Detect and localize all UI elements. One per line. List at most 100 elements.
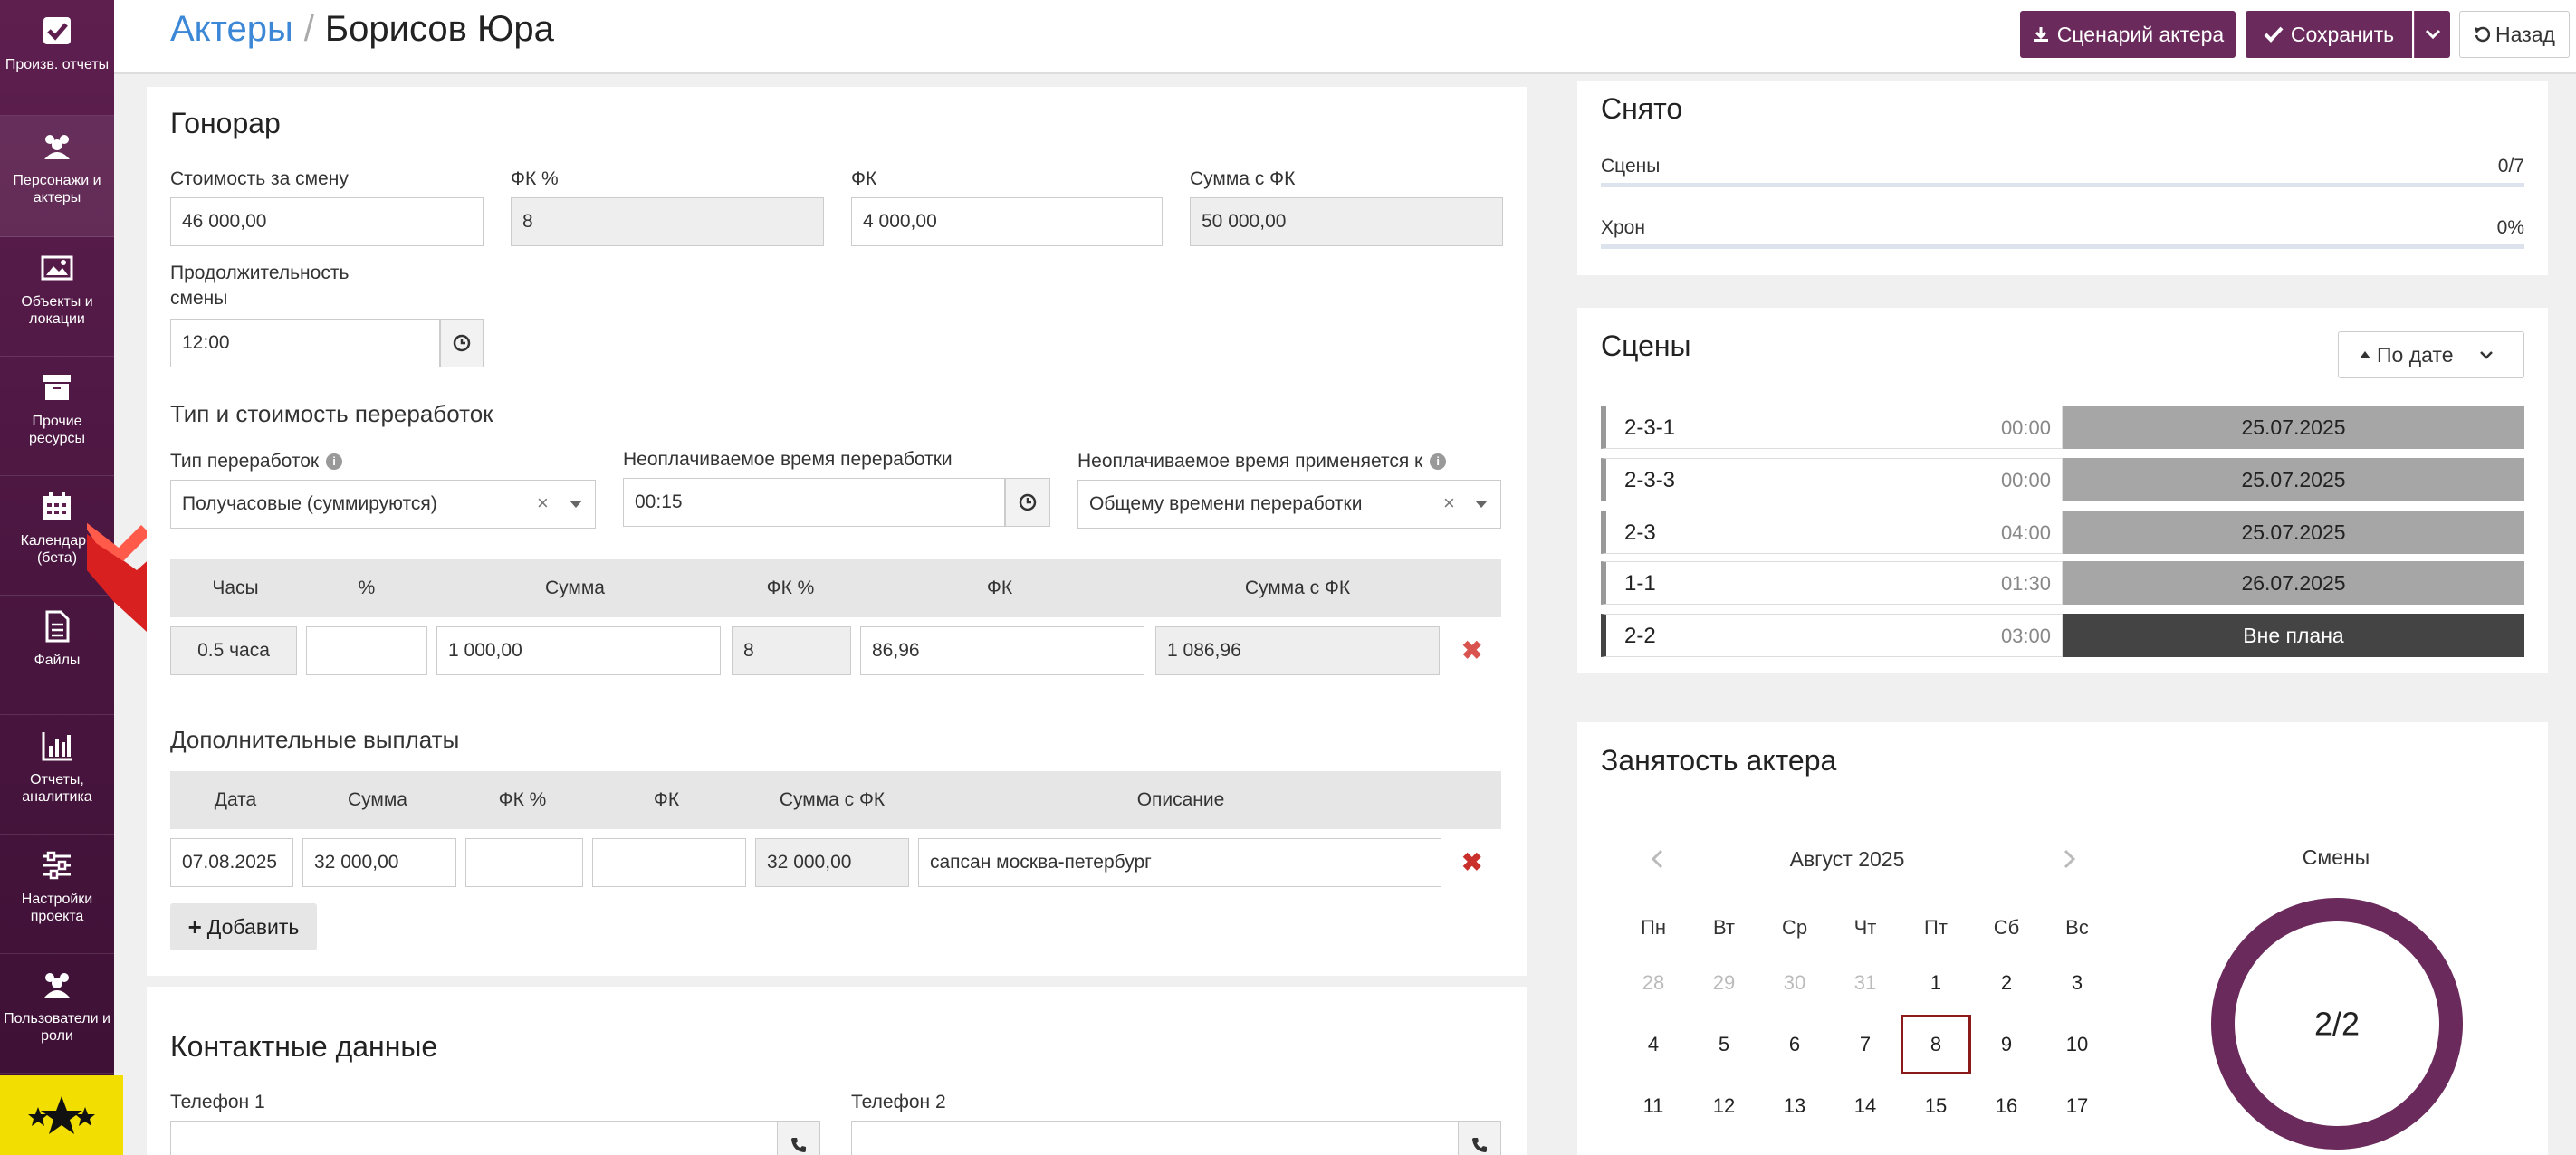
overtime-percent-input[interactable] xyxy=(306,626,427,675)
calendar-day[interactable]: 12 xyxy=(1697,1079,1751,1133)
calendar-day[interactable]: 14 xyxy=(1838,1079,1892,1133)
shift-cost-input[interactable]: 46 000,00 xyxy=(170,197,484,246)
sidebar-item-users-roles[interactable]: Пользователи и роли xyxy=(0,954,114,1074)
phone2-label: Телефон 2 xyxy=(851,1092,946,1112)
calendar-day[interactable]: 31 xyxy=(1838,956,1892,1010)
calendar-day[interactable]: 11 xyxy=(1626,1079,1681,1133)
overtime-sum-input[interactable]: 1 000,00 xyxy=(436,626,721,675)
calendar-day[interactable]: 15 xyxy=(1909,1079,1963,1133)
sidebar-item-label: Прочие ресурсы xyxy=(28,414,85,446)
extra-fk-percent-input[interactable] xyxy=(465,838,583,887)
calendar-day[interactable]: 7 xyxy=(1838,1017,1892,1072)
col-hours: Часы xyxy=(212,578,259,598)
sidebar-item-production-reports[interactable]: Произв. отчеты xyxy=(0,0,114,116)
scene-row[interactable]: 2-3-3 00:00 25.07.2025 xyxy=(1601,458,2524,501)
col-sum: Сумма xyxy=(348,789,407,810)
calendar-day[interactable]: 8 xyxy=(1901,1015,1971,1074)
phone1-input[interactable] xyxy=(170,1121,779,1155)
rating-badge[interactable] xyxy=(0,1075,123,1155)
fk-input[interactable]: 4 000,00 xyxy=(851,197,1163,246)
breadcrumb-actors-link[interactable]: Актеры xyxy=(170,9,293,49)
calendar-day[interactable]: 1 xyxy=(1909,956,1963,1010)
scene-time: 00:00 xyxy=(2000,469,2051,492)
calendar-day[interactable]: 29 xyxy=(1697,956,1751,1010)
filmed-chron-label: Хрон xyxy=(1601,217,1645,238)
scene-time: 00:00 xyxy=(2000,416,2051,439)
sidebar-item-project-settings[interactable]: Настройки проекта xyxy=(0,835,114,954)
phone2-input[interactable] xyxy=(851,1121,1460,1155)
scene-row[interactable]: 2-3 04:00 25.07.2025 xyxy=(1601,511,2524,554)
duration-label-line1: Продолжительность xyxy=(170,262,350,283)
sidebar-item-label: Произв. отчеты xyxy=(5,57,110,72)
scene-time: 03:00 xyxy=(2000,625,2051,647)
calendar-day[interactable]: 13 xyxy=(1767,1079,1822,1133)
fee-title: Гонорар xyxy=(170,107,281,139)
extra-date-input[interactable]: 07.08.2025 xyxy=(170,838,293,887)
download-icon xyxy=(2033,27,2048,42)
sidebar-item-other-resources[interactable]: Прочие ресурсы xyxy=(0,357,114,476)
save-button[interactable]: Сохранить xyxy=(2246,11,2412,58)
calendar-day[interactable]: 9 xyxy=(1979,1017,2034,1072)
overtime-fk-percent-field: 8 xyxy=(732,626,851,675)
sliders-icon xyxy=(43,851,71,880)
phone1-call-button[interactable] xyxy=(777,1121,820,1155)
info-icon[interactable]: i xyxy=(1430,453,1447,471)
extra-fk-input[interactable] xyxy=(592,838,746,887)
unpaid-time-input[interactable]: 00:15 xyxy=(623,478,1005,527)
calendar-day[interactable]: 4 xyxy=(1626,1017,1681,1072)
sidebar-item-reports-analytics[interactable]: Отчеты, аналитика xyxy=(0,715,114,835)
sidebar-item-objects-locations[interactable]: Объекты и локации xyxy=(0,237,114,357)
page-title: Борисов Юра xyxy=(324,9,554,49)
calendar-day[interactable]: 28 xyxy=(1626,956,1681,1010)
clear-icon[interactable]: × xyxy=(537,492,549,515)
sum-fk-label: Сумма с ФК xyxy=(1190,168,1296,189)
extra-description-input[interactable]: сапсан москва-петербург xyxy=(918,838,1441,887)
duration-input[interactable]: 12:00 xyxy=(170,319,440,368)
clear-icon[interactable]: × xyxy=(1443,492,1455,515)
calendar-day[interactable]: 17 xyxy=(2050,1079,2104,1133)
calendar-day[interactable]: 5 xyxy=(1697,1017,1751,1072)
calendar-next-icon[interactable] xyxy=(2063,849,2077,873)
scene-row[interactable]: 2-3-1 00:00 25.07.2025 xyxy=(1601,406,2524,449)
sum-fk-field: 50 000,00 xyxy=(1190,197,1503,246)
scene-row[interactable]: 1-1 01:30 26.07.2025 xyxy=(1601,561,2524,605)
calendar-day[interactable]: 2 xyxy=(1979,956,2034,1010)
filmed-title: Снято xyxy=(1601,92,1683,125)
bar-chart-icon xyxy=(42,732,72,761)
chevron-down-icon[interactable] xyxy=(570,501,582,508)
unpaid-time-clock-button[interactable] xyxy=(1005,478,1050,527)
delete-row-icon[interactable]: ✖ xyxy=(1461,847,1482,877)
clock-icon xyxy=(1019,493,1037,511)
phone2-call-button[interactable] xyxy=(1458,1121,1501,1155)
scene-row[interactable]: 2-2 03:00 Вне плана xyxy=(1601,614,2524,657)
overtime-fk-input[interactable]: 86,96 xyxy=(860,626,1144,675)
calendar-day[interactable]: 30 xyxy=(1767,956,1822,1010)
delete-row-icon[interactable]: ✖ xyxy=(1461,635,1482,665)
actor-script-button[interactable]: Сценарий актера xyxy=(2020,11,2236,58)
scene-time: 04:00 xyxy=(2000,521,2051,544)
calendar-day[interactable]: 16 xyxy=(1979,1079,2034,1133)
sidebar-item-characters-actors[interactable]: Персонажи и актеры xyxy=(0,116,114,237)
calendar-day[interactable]: 10 xyxy=(2050,1017,2104,1072)
duration-clock-button[interactable] xyxy=(440,319,484,368)
scene-date-unplanned: Вне плана xyxy=(2063,614,2524,657)
extra-sum-input[interactable]: 32 000,00 xyxy=(302,838,456,887)
calendar-icon xyxy=(43,492,71,520)
calendar-month-label: Август 2025 xyxy=(1789,847,1905,871)
sidebar-item-label: Отчеты, аналитика xyxy=(22,772,92,805)
add-extra-payment-button[interactable]: + Добавить xyxy=(170,903,317,950)
calendar-day[interactable]: 3 xyxy=(2050,956,2104,1010)
col-fk-percent: ФК % xyxy=(498,789,547,810)
back-button[interactable]: Назад xyxy=(2459,11,2570,58)
unpaid-applies-select[interactable]: Общему времени переработки xyxy=(1077,480,1501,529)
chevron-down-icon[interactable] xyxy=(1475,501,1488,508)
duration-label: Продолжительность смены xyxy=(170,261,349,311)
overtime-table-header: Часы % Сумма ФК % ФК Сумма с ФК xyxy=(170,559,1501,617)
calendar-day[interactable]: 6 xyxy=(1767,1017,1822,1072)
calendar-prev-icon[interactable] xyxy=(1650,849,1664,873)
page-header: Актеры / Борисов Юра Сценарий актера Сохра… xyxy=(114,0,2576,74)
save-dropdown-toggle[interactable] xyxy=(2414,11,2450,58)
scenes-sort-button[interactable]: По дате xyxy=(2338,331,2524,378)
info-icon[interactable]: i xyxy=(326,453,343,471)
overtime-type-select[interactable]: Получасовые (суммируются) xyxy=(170,480,596,529)
